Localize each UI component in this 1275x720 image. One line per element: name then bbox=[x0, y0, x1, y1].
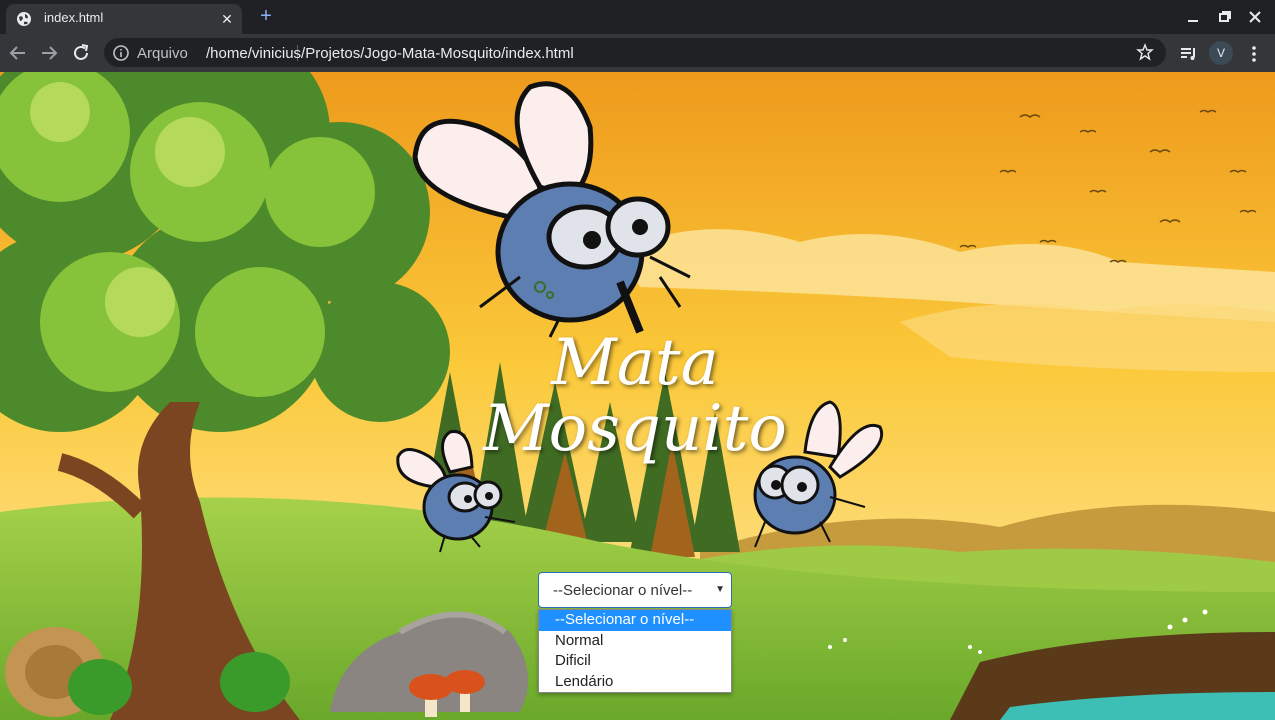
reload-icon[interactable] bbox=[69, 41, 93, 65]
minimize-icon[interactable] bbox=[1181, 6, 1205, 28]
address-bar[interactable]: Arquivo /home/vinicius/Projetos/Jogo-Mat… bbox=[104, 38, 1166, 67]
media-control-icon[interactable] bbox=[1177, 42, 1201, 66]
browser-tab[interactable]: index.html ✕ bbox=[6, 4, 242, 34]
level-options-list: --Selecionar o nível-- Normal Dificil Le… bbox=[538, 609, 732, 693]
game-title: Mata Mosquito bbox=[470, 330, 800, 462]
globe-icon bbox=[17, 12, 31, 26]
level-select-value: --Selecionar o nível-- bbox=[553, 582, 693, 599]
restore-icon[interactable] bbox=[1212, 6, 1236, 28]
url-text[interactable]: /home/vinicius/Projetos/Jogo-Mata-Mosqui… bbox=[206, 45, 574, 62]
close-tab-icon[interactable]: ✕ bbox=[218, 10, 236, 28]
close-window-icon[interactable] bbox=[1243, 6, 1267, 28]
forward-icon[interactable] bbox=[37, 41, 61, 65]
level-option-normal[interactable]: Normal bbox=[539, 631, 731, 652]
browser-toolbar: Arquivo /home/vinicius/Projetos/Jogo-Mat… bbox=[0, 34, 1275, 72]
info-icon[interactable] bbox=[112, 44, 130, 62]
game-title-line2: Mosquito bbox=[483, 392, 787, 466]
bookmark-star-icon[interactable] bbox=[1136, 43, 1154, 61]
large-mosquito-illustration bbox=[412, 81, 691, 338]
game-title-line1: Mata bbox=[551, 326, 719, 400]
back-icon[interactable] bbox=[6, 41, 30, 65]
tab-title: index.html bbox=[44, 10, 104, 25]
new-tab-button[interactable]: + bbox=[255, 5, 277, 27]
kebab-menu-icon[interactable] bbox=[1242, 42, 1266, 66]
tab-strip: index.html ✕ + bbox=[0, 0, 1275, 34]
dropdown-caret-icon: ▼ bbox=[715, 584, 725, 595]
level-option-dificil[interactable]: Dificil bbox=[539, 651, 731, 672]
level-option-placeholder[interactable]: --Selecionar o nível-- bbox=[539, 610, 731, 631]
profile-avatar[interactable]: V bbox=[1209, 41, 1233, 65]
game-page: Mata Mosquito --Selecionar o nível-- ▼ -… bbox=[0, 72, 1275, 720]
level-select[interactable]: --Selecionar o nível-- ▼ bbox=[538, 572, 732, 608]
url-scheme-label: Arquivo bbox=[137, 45, 188, 62]
level-option-lendario[interactable]: Lendário bbox=[539, 672, 731, 693]
